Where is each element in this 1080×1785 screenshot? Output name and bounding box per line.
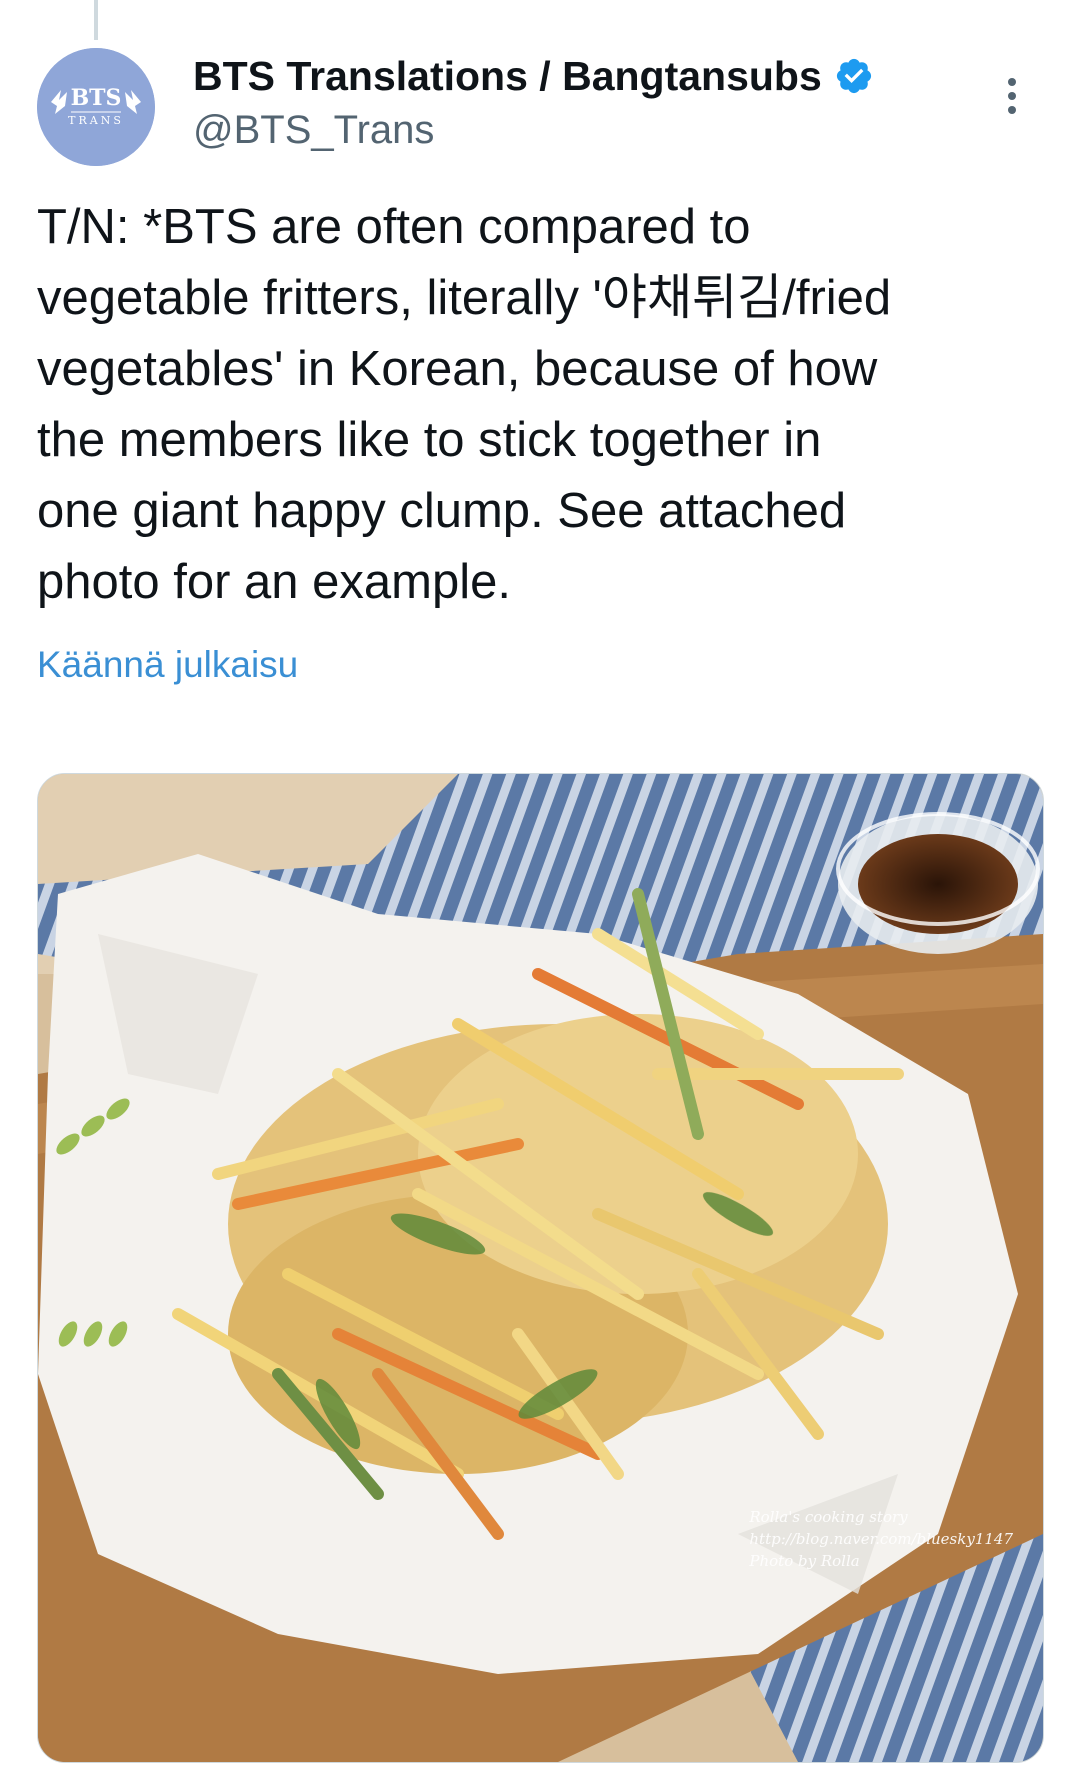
avatar[interactable]: BTS TRANS [37,48,155,166]
more-vertical-icon[interactable] [1006,76,1018,116]
avatar-subtext: TRANS [68,114,124,127]
translate-post-link[interactable]: Käännä julkaisu [37,644,298,686]
tweet-media-image[interactable]: Rolla's cooking story http://blog.naver.… [37,773,1044,1763]
watermark-line-3: Photo by Rolla [749,1552,860,1570]
tweet-header: BTS Translations / Bangtansubs @BTS_Tran… [193,48,1020,153]
display-name[interactable]: BTS Translations / Bangtansubs [193,53,822,100]
verified-badge-icon [836,58,871,94]
bts-trans-logo-icon: BTS TRANS [37,48,155,166]
vegetable-fritters-photo [38,774,1043,1762]
photo-watermark: Rolla's cooking story http://blog.naver.… [749,1506,1013,1572]
name-row: BTS Translations / Bangtansubs [193,48,1020,104]
watermark-line-2: http://blog.naver.com/bluesky1147 [749,1530,1013,1548]
thread-connector-line [94,0,98,40]
tweet-text: T/N: *BTS are often compared to vegetabl… [37,200,892,609]
user-handle[interactable]: @BTS_Trans [193,108,1020,153]
avatar-text: BTS [71,85,122,111]
watermark-line-1: Rolla's cooking story [749,1508,908,1526]
